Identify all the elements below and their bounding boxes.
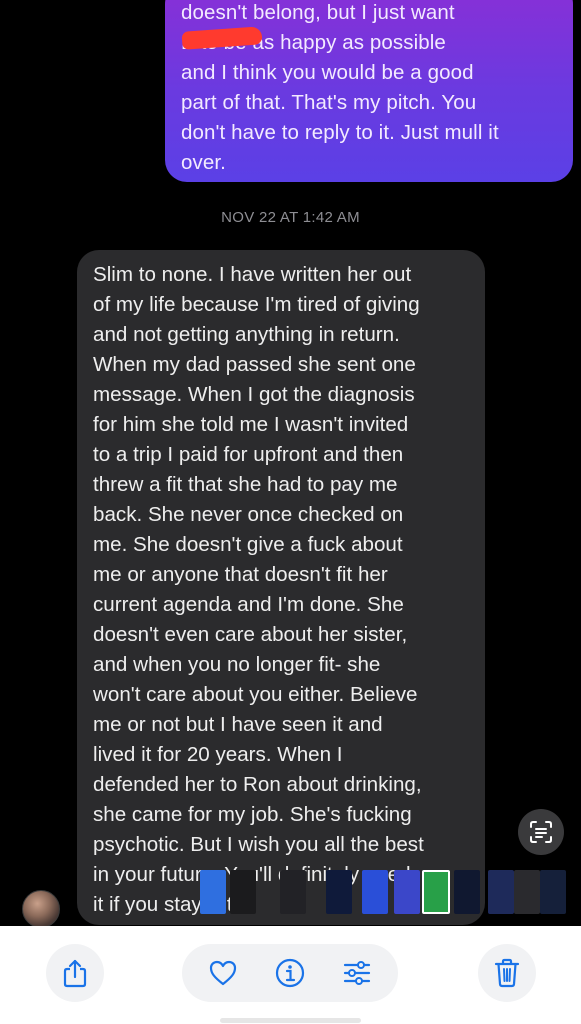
thumbnail[interactable] xyxy=(394,870,420,914)
sent-message-bubble[interactable]: doesn't belong, but I just want B to be … xyxy=(165,0,573,182)
home-indicator xyxy=(220,1018,361,1023)
thumbnail[interactable] xyxy=(230,870,256,914)
heart-icon xyxy=(209,960,237,986)
thumbnail[interactable] xyxy=(326,870,352,914)
action-pill xyxy=(182,944,398,1002)
sliders-icon xyxy=(343,961,371,985)
favorite-button[interactable] xyxy=(194,944,252,1002)
thumbnail[interactable] xyxy=(514,870,540,914)
share-icon xyxy=(63,959,87,988)
received-message-bubble[interactable]: Slim to none. I have written her out of … xyxy=(77,250,485,925)
adjust-button[interactable] xyxy=(328,944,386,1002)
thumbnail[interactable] xyxy=(200,870,226,914)
info-icon xyxy=(275,958,305,988)
thumbnail[interactable] xyxy=(540,870,566,914)
message-timestamp: NOV 22 AT 1:42 AM xyxy=(221,209,360,226)
received-message-text: Slim to none. I have written her out of … xyxy=(93,263,424,916)
live-text-button[interactable] xyxy=(518,809,564,855)
thumbnail[interactable] xyxy=(362,870,388,914)
thumbnail[interactable] xyxy=(488,870,514,914)
sent-message-text: doesn't belong, but I just want B to be … xyxy=(181,1,499,174)
thumbnail[interactable] xyxy=(454,870,480,914)
info-button[interactable] xyxy=(261,944,319,1002)
thumbnail[interactable] xyxy=(422,870,450,914)
delete-button[interactable] xyxy=(478,944,536,1002)
thumbnail[interactable] xyxy=(280,870,306,914)
photo-toolbar xyxy=(0,926,581,1024)
thumbnail-strip[interactable] xyxy=(196,870,581,914)
share-button[interactable] xyxy=(46,944,104,1002)
live-text-icon xyxy=(530,821,552,843)
contact-avatar[interactable] xyxy=(22,890,60,928)
trash-icon xyxy=(494,958,520,988)
